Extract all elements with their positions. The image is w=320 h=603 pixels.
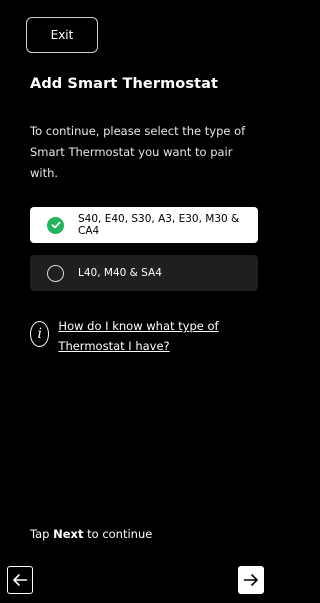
tap-next-bold: Next xyxy=(53,527,84,541)
help-section: i How do I know what type of Thermostat … xyxy=(30,316,258,356)
info-icon: i xyxy=(30,321,50,347)
check-icon xyxy=(47,216,64,234)
radio-unchecked-icon xyxy=(47,264,64,282)
arrow-left-icon xyxy=(13,574,28,586)
exit-label: Exit xyxy=(50,28,74,42)
page-title: Add Smart Thermostat xyxy=(30,76,219,92)
help-link[interactable]: How do I know what type of Thermostat I … xyxy=(58,316,258,356)
option-l40-group[interactable]: L40, M40 & SA4 xyxy=(30,255,258,291)
exit-button[interactable]: Exit xyxy=(26,17,98,53)
continue-hint: Tap Next to continue xyxy=(30,527,152,541)
arrow-right-icon xyxy=(243,574,258,586)
tap-suffix: to continue xyxy=(87,527,153,541)
intro-text: To continue, please select the type of S… xyxy=(30,124,246,180)
back-button[interactable] xyxy=(7,566,33,594)
tap-prefix: Tap xyxy=(30,527,50,541)
option-s40-group[interactable]: S40, E40, S30, A3, E30, M30 & CA4 xyxy=(30,207,258,243)
option-label: L40, M40 & SA4 xyxy=(78,267,162,279)
option-label: S40, E40, S30, A3, E30, M30 & CA4 xyxy=(78,213,240,237)
next-button[interactable] xyxy=(238,566,264,594)
